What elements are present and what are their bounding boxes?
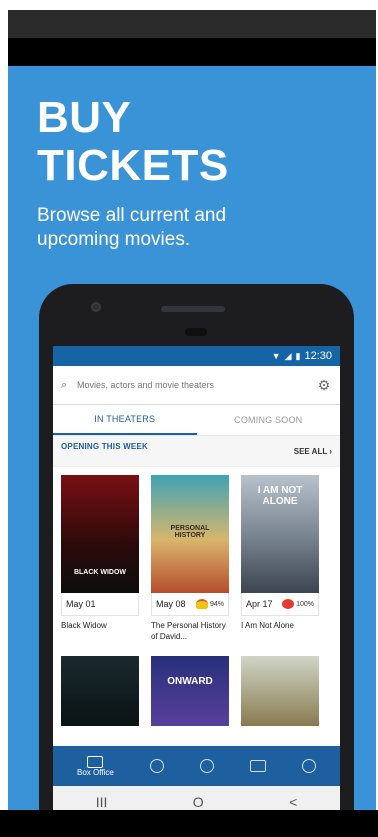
- nav-ticket[interactable]: [149, 759, 164, 773]
- status-bar: ▼ ◢ ▮ 12:30: [53, 346, 340, 366]
- see-all-link[interactable]: SEE ALL ›: [294, 447, 332, 456]
- movie-title[interactable]: Black Widow: [61, 620, 139, 644]
- nav-box-office[interactable]: Box Office: [77, 755, 114, 777]
- movie-title[interactable]: The Personal History of David...: [151, 620, 229, 644]
- recent-apps-button[interactable]: III: [96, 794, 108, 810]
- nav-news[interactable]: [249, 760, 266, 772]
- status-time: 12:30: [304, 350, 332, 362]
- news-icon: [249, 760, 266, 772]
- movie-poster[interactable]: I AM NOT ALONE: [241, 475, 319, 593]
- search-input[interactable]: [73, 380, 316, 390]
- subline-line2: upcoming movies.: [37, 229, 191, 250]
- movie-date: May 01: [61, 593, 139, 616]
- filter-icon[interactable]: ⚙: [316, 377, 332, 394]
- movie-poster[interactable]: PERSONAL HISTORY: [151, 475, 229, 593]
- movie-grid-row2: ONWARD: [53, 644, 340, 726]
- signal-icon: ◢: [284, 350, 292, 361]
- movie-date: May 08 94%: [151, 593, 229, 616]
- promo-headline: BUY TICKETS: [37, 94, 229, 190]
- chevron-right-icon: ›: [329, 446, 332, 456]
- headline-line1: BUY: [37, 93, 132, 142]
- headline-line2: TICKETS: [37, 141, 229, 190]
- movie-poster[interactable]: BLACK WIDOW: [61, 475, 139, 593]
- movie-card[interactable]: BLACK WIDOW May 01 Black Widow: [61, 475, 139, 644]
- phone-frame: ▼ ◢ ▮ 12:30 ⌕ ⚙ IN THEATERS COMING SOON …: [39, 284, 354, 810]
- date-text: May 01: [66, 599, 96, 609]
- score-text: 100%: [296, 600, 314, 608]
- nav-label: Box Office: [77, 767, 114, 777]
- poster-title: I AM NOT ALONE: [257, 485, 303, 507]
- section-title: OPENING THIS WEEK: [61, 442, 148, 451]
- tab-coming-soon[interactable]: COMING SOON: [197, 405, 341, 435]
- movie-poster[interactable]: [61, 656, 139, 726]
- poster-title: PERSONAL HISTORY: [170, 525, 210, 539]
- bottom-nav: Box Office: [53, 746, 340, 786]
- poster-title: BLACK WIDOW: [73, 569, 127, 576]
- section-header: OPENING THIS WEEK SEE ALL ›: [53, 436, 340, 467]
- movie-card[interactable]: I AM NOT ALONE Apr 17 100% I Am Not Alon…: [241, 475, 319, 644]
- movie-grid: BLACK WIDOW May 01 Black Widow PERSONAL …: [53, 467, 340, 644]
- movie-poster[interactable]: [241, 656, 319, 726]
- wifi-icon: ▼: [271, 351, 281, 361]
- movie-card[interactable]: PERSONAL HISTORY May 08 94% The Personal…: [151, 475, 229, 644]
- critic-score: 100%: [282, 599, 314, 609]
- earpiece: [185, 328, 207, 336]
- home-button[interactable]: O: [193, 794, 204, 810]
- tabs: IN THEATERS COMING SOON: [53, 405, 340, 436]
- score-text: 94%: [209, 600, 224, 608]
- profile-icon: [301, 759, 316, 773]
- promo-subline: Browse all current and upcoming movies.: [37, 204, 297, 252]
- see-all-label: SEE ALL: [293, 446, 328, 456]
- popcorn-icon: [195, 599, 208, 609]
- tab-in-theaters[interactable]: IN THEATERS: [53, 405, 197, 435]
- film-icon: [87, 755, 104, 768]
- disc-icon: [199, 759, 214, 773]
- subline-line1: Browse all current and: [37, 205, 227, 226]
- tomato-icon: [282, 599, 295, 609]
- nav-disc[interactable]: [199, 759, 214, 773]
- window-top-bar: [8, 10, 376, 38]
- window-top-black: [8, 38, 376, 66]
- ticket-icon: [149, 759, 164, 773]
- critic-score: 94%: [195, 599, 224, 609]
- poster-title: ONWARD: [167, 676, 213, 687]
- camera-icon: [91, 302, 101, 312]
- window-bottom-black: [0, 810, 378, 837]
- search-bar[interactable]: ⌕ ⚙: [53, 366, 340, 405]
- search-icon: ⌕: [61, 378, 68, 391]
- date-text: May 08: [156, 599, 186, 609]
- nav-profile[interactable]: [301, 759, 316, 773]
- movie-date: Apr 17 100%: [241, 593, 319, 616]
- date-text: Apr 17: [246, 599, 273, 609]
- movie-poster[interactable]: ONWARD: [151, 656, 229, 726]
- speaker: [161, 306, 225, 312]
- phone-screen: ▼ ◢ ▮ 12:30 ⌕ ⚙ IN THEATERS COMING SOON …: [53, 346, 340, 810]
- back-button[interactable]: <: [289, 794, 297, 810]
- movie-title[interactable]: I Am Not Alone: [241, 620, 319, 644]
- android-nav: III O <: [53, 786, 340, 810]
- promo-banner: BUY TICKETS Browse all current and upcom…: [8, 66, 376, 810]
- battery-icon: ▮: [295, 350, 301, 361]
